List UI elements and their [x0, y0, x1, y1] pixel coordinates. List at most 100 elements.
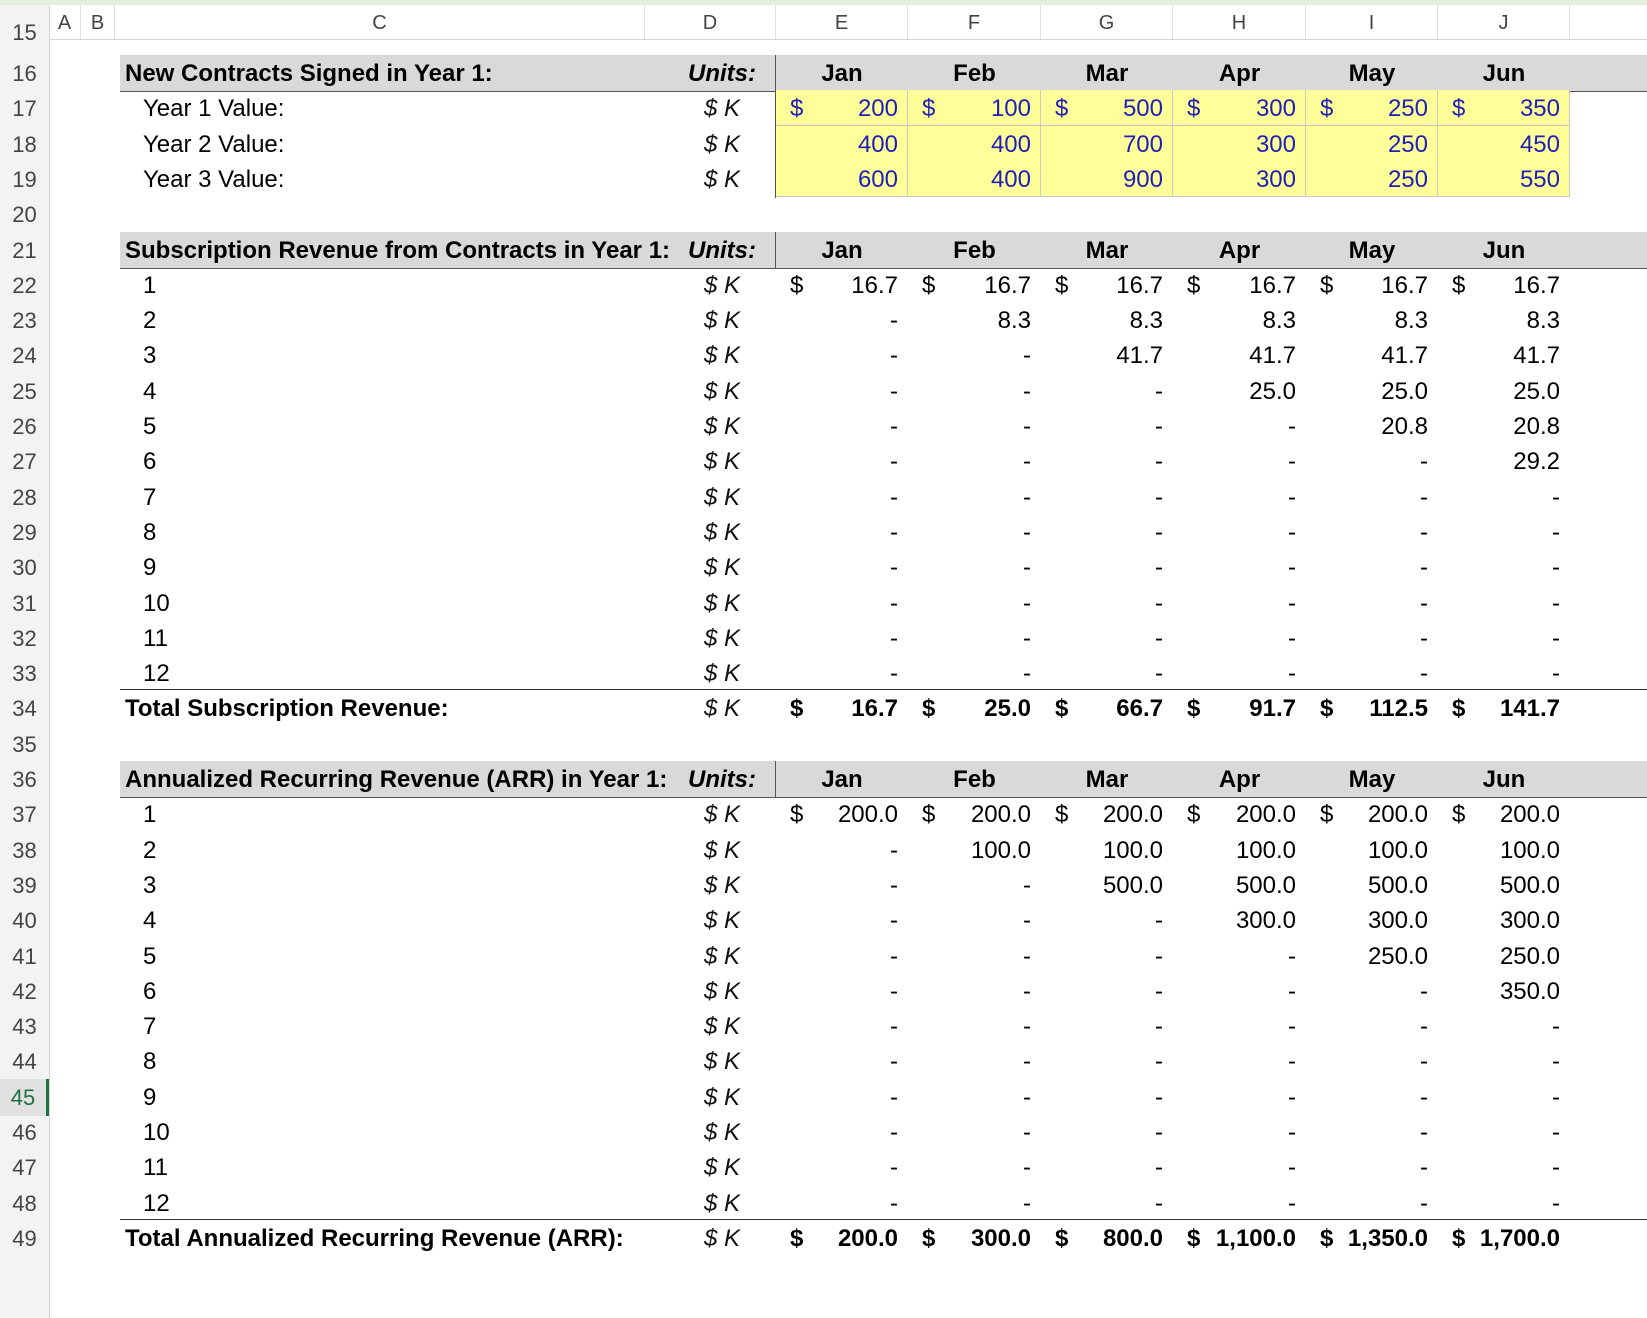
value-cell[interactable]: - [1173, 620, 1306, 657]
units-cell[interactable]: $ K [660, 690, 784, 727]
units-cell[interactable]: $ K [660, 1114, 784, 1151]
value-cell[interactable]: - [1173, 408, 1306, 445]
value-cell[interactable]: - [776, 1149, 908, 1186]
value-cell[interactable]: - [908, 1079, 1041, 1116]
row-label[interactable]: 9 [143, 1079, 156, 1116]
value-cell[interactable]: 500.0 [1306, 867, 1438, 904]
units-cell[interactable]: $ K [660, 832, 784, 869]
row-header-28[interactable]: 28 [0, 479, 49, 516]
value-cell[interactable]: 100.0 [1306, 832, 1438, 869]
value-cell[interactable]: - [908, 1149, 1041, 1186]
value-cell[interactable]: - [1438, 1079, 1570, 1116]
value-cell[interactable]: 16.7 [776, 267, 908, 304]
value-cell[interactable]: 8.3 [1173, 302, 1306, 339]
value-cell[interactable]: - [1041, 1043, 1173, 1080]
value-cell[interactable]: - [776, 832, 908, 869]
value-cell[interactable]: - [776, 1185, 908, 1222]
units-cell[interactable]: $ K [660, 1043, 784, 1080]
value-cell[interactable]: 200.0 [1306, 796, 1438, 833]
value-cell[interactable]: 200.0 [1438, 796, 1570, 833]
total-value-cell[interactable]: 112.5 [1306, 690, 1438, 727]
value-cell[interactable]: - [1306, 443, 1438, 480]
value-cell[interactable]: - [908, 938, 1041, 975]
units-cell[interactable]: $ K [660, 514, 784, 551]
value-cell[interactable]: - [776, 1079, 908, 1116]
row-label[interactable]: 9 [143, 549, 156, 586]
value-cell[interactable]: 200.0 [1173, 796, 1306, 833]
value-cell[interactable]: 200.0 [776, 796, 908, 833]
total-value-cell[interactable]: 800.0 [1041, 1220, 1173, 1257]
value-cell[interactable]: - [1438, 479, 1570, 516]
row-header-46[interactable]: 46 [0, 1114, 49, 1151]
value-cell[interactable]: - [908, 867, 1041, 904]
value-cell[interactable]: 41.7 [1306, 337, 1438, 374]
total-value-cell[interactable]: 66.7 [1041, 690, 1173, 727]
row-label[interactable]: 6 [143, 973, 156, 1010]
value-cell[interactable]: - [1041, 479, 1173, 516]
value-cell[interactable]: - [1173, 1114, 1306, 1151]
value-cell[interactable]: - [1438, 1149, 1570, 1186]
value-cell[interactable]: 41.7 [1041, 337, 1173, 374]
row-label[interactable]: Year 3 Value: [143, 161, 284, 198]
value-cell[interactable]: 500.0 [1041, 867, 1173, 904]
units-cell[interactable]: $ K [660, 1149, 784, 1186]
row-label[interactable]: 11 [143, 1149, 168, 1186]
units-cell[interactable]: $ K [660, 938, 784, 975]
value-cell[interactable]: - [1173, 443, 1306, 480]
row-label[interactable]: 12 [143, 655, 170, 692]
row-header-44[interactable]: 44 [0, 1043, 49, 1080]
row-header-29[interactable]: 29 [0, 514, 49, 551]
row-header-47[interactable]: 47 [0, 1149, 49, 1186]
value-cell[interactable]: - [1306, 479, 1438, 516]
total-value-cell[interactable]: 91.7 [1173, 690, 1306, 727]
units-cell[interactable]: $ K [660, 373, 784, 410]
value-cell[interactable]: 550 [1438, 161, 1570, 198]
value-cell[interactable]: - [776, 585, 908, 622]
arr-month-mar[interactable]: Mar [1041, 761, 1173, 798]
value-cell[interactable]: - [1041, 514, 1173, 551]
value-cell[interactable]: - [1041, 1149, 1173, 1186]
contracts-month-mar[interactable]: Mar [1041, 55, 1173, 92]
value-cell[interactable]: - [1306, 1079, 1438, 1116]
row-header-17[interactable]: 17 [0, 90, 49, 127]
row-header-18[interactable]: 18 [0, 126, 49, 163]
subscription-month-apr[interactable]: Apr [1173, 232, 1306, 269]
value-cell[interactable]: - [1306, 1043, 1438, 1080]
row-header-42[interactable]: 42 [0, 973, 49, 1010]
value-cell[interactable]: - [1041, 902, 1173, 939]
subscription-month-mar[interactable]: Mar [1041, 232, 1173, 269]
total-value-cell[interactable]: 200.0 [776, 1220, 908, 1257]
units-cell[interactable]: $ K [660, 443, 784, 480]
value-cell[interactable]: - [1306, 514, 1438, 551]
value-cell[interactable]: 41.7 [1438, 337, 1570, 374]
row-header-41[interactable]: 41 [0, 938, 49, 975]
row-label[interactable]: 2 [143, 832, 156, 869]
value-cell[interactable]: - [776, 655, 908, 692]
row-header-34[interactable]: 34 [0, 690, 49, 727]
row-label[interactable]: 1 [143, 267, 156, 304]
units-cell[interactable]: $ K [660, 655, 784, 692]
value-cell[interactable]: - [1173, 479, 1306, 516]
value-cell[interactable]: - [1306, 973, 1438, 1010]
row-header-37[interactable]: 37 [0, 796, 49, 833]
row-label[interactable]: 1 [143, 796, 156, 833]
value-cell[interactable]: - [1438, 620, 1570, 657]
value-cell[interactable]: - [1306, 1185, 1438, 1222]
value-cell[interactable]: 600 [776, 161, 908, 198]
subscription-month-feb[interactable]: Feb [908, 232, 1041, 269]
row-label[interactable]: 12 [143, 1185, 170, 1222]
contracts-month-feb[interactable]: Feb [908, 55, 1041, 92]
column-header-a[interactable]: A [49, 5, 81, 39]
column-header-e[interactable]: E [776, 5, 908, 39]
row-label[interactable]: 2 [143, 302, 156, 339]
arr-units-header[interactable]: Units: [660, 761, 784, 798]
value-cell[interactable]: - [1438, 1043, 1570, 1080]
units-cell[interactable]: $ K [660, 302, 784, 339]
units-cell[interactable]: $ K [660, 796, 784, 833]
row-header-32[interactable]: 32 [0, 620, 49, 657]
contracts-units-header[interactable]: Units: [660, 55, 784, 92]
row-label[interactable]: 8 [143, 514, 156, 551]
value-cell[interactable]: - [1041, 585, 1173, 622]
row-header-38[interactable]: 38 [0, 832, 49, 869]
value-cell[interactable]: - [1041, 938, 1173, 975]
